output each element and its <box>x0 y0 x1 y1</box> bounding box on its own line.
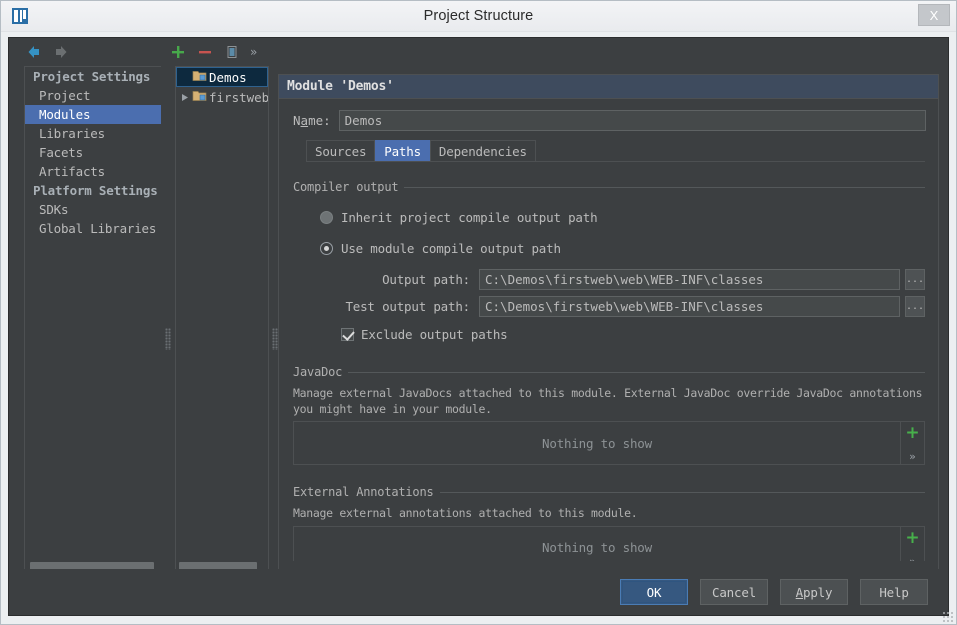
external-annotations-description: Manage external annotations attached to … <box>293 506 638 521</box>
tree-node-firstweb[interactable]: firstweb <box>176 87 268 107</box>
sidebar-item-libraries[interactable]: Libraries <box>25 124 161 143</box>
title-bar: Project Structure X <box>1 1 956 32</box>
external-annotations-group: External Annotations Manage external ann… <box>293 485 925 561</box>
ok-button[interactable]: OK <box>620 579 688 605</box>
tree-toolbar: » <box>169 43 257 61</box>
test-output-path-label: Test output path: <box>345 299 470 314</box>
dialog-button-bar: OK Cancel Apply Help <box>8 569 949 616</box>
tree-node-demos[interactable]: Demos <box>176 67 268 87</box>
test-output-path-row: Test output path: ... <box>320 296 925 317</box>
settings-list: Project Settings Project Modules Librari… <box>24 66 161 571</box>
resize-grip[interactable] <box>942 611 954 623</box>
add-annotation-icon[interactable]: + <box>905 529 919 547</box>
output-path-row: Output path: ... <box>320 269 925 290</box>
tab-paths[interactable]: Paths <box>375 140 430 162</box>
close-icon[interactable]: X <box>918 4 950 26</box>
dialog-body: » Project Settings Project Modules Libra… <box>8 37 949 577</box>
legend-rule <box>348 371 925 373</box>
javadoc-description: Manage external JavaDocs attached to thi… <box>293 386 923 416</box>
settings-group-title-platform: Platform Settings <box>33 183 158 198</box>
checkbox-label: Exclude output paths <box>361 327 508 342</box>
help-button[interactable]: Help <box>860 579 928 605</box>
sidebar-item-artifacts[interactable]: Artifacts <box>25 162 161 181</box>
test-output-path-browse-button[interactable]: ... <box>905 296 925 317</box>
module-name-row: Name: <box>293 110 926 131</box>
output-path-label: Output path: <box>382 272 470 287</box>
module-tree: Demos firstweb <box>175 66 269 571</box>
module-name-label: Name: <box>293 113 331 128</box>
settings-group-title-project: Project Settings <box>33 69 151 84</box>
annotations-more-icon[interactable]: » <box>909 556 916 561</box>
module-folder-icon <box>192 89 207 105</box>
sidebar-item-project[interactable]: Project <box>25 86 161 105</box>
paths-tab-content: Compiler output Inherit project compile … <box>293 180 925 561</box>
output-path-browse-button[interactable]: ... <box>905 269 925 290</box>
window-title: Project Structure <box>423 8 534 24</box>
radio-indicator <box>320 241 333 255</box>
plus-icon[interactable] <box>169 43 187 61</box>
javadoc-list-actions: + » <box>900 422 924 465</box>
sidebar-item-global-libraries[interactable]: Global Libraries <box>25 219 161 238</box>
tab-sources[interactable]: Sources <box>306 140 376 162</box>
external-annotations-empty-text: Nothing to show <box>542 540 652 556</box>
javadoc-more-icon[interactable]: » <box>909 451 916 462</box>
navigation-arrows <box>25 43 70 61</box>
arrow-left-icon[interactable] <box>25 43 43 61</box>
output-path-input[interactable] <box>479 269 900 290</box>
tree-node-label: Demos <box>209 69 247 85</box>
radio-indicator <box>320 210 333 224</box>
module-name-input[interactable] <box>338 110 926 131</box>
apply-button[interactable]: Apply <box>780 579 848 605</box>
radio-label: Use module compile output path <box>341 240 561 256</box>
exclude-output-paths-checkbox[interactable]: Exclude output paths <box>341 327 925 342</box>
javadoc-legend: JavaDoc <box>293 365 925 379</box>
radio-use-module-output[interactable]: Use module compile output path <box>320 237 925 259</box>
javadoc-list[interactable]: Nothing to show + » <box>293 421 925 466</box>
chevron-right-icon[interactable] <box>178 93 192 102</box>
external-annotations-list-actions: + » <box>900 526 924 561</box>
external-annotations-list[interactable]: Nothing to show + » <box>293 525 925 561</box>
sidebar-item-modules[interactable]: Modules <box>25 105 161 124</box>
legend-rule <box>404 186 925 188</box>
splitter-handle-left[interactable] <box>165 328 171 350</box>
radio-label: Inherit project compile output path <box>341 209 598 225</box>
minus-icon[interactable] <box>196 43 214 61</box>
javadoc-empty-text: Nothing to show <box>542 435 652 451</box>
tabs-underline <box>306 161 925 162</box>
toolbar: » <box>9 38 948 66</box>
sidebar-item-sdks[interactable]: SDKs <box>25 200 161 219</box>
arrow-right-icon[interactable] <box>52 43 70 61</box>
compiler-output-legend: Compiler output <box>293 180 925 194</box>
cancel-button[interactable]: Cancel <box>700 579 768 605</box>
test-output-path-input[interactable] <box>479 296 900 317</box>
intellij-idea-logo-icon <box>10 6 32 26</box>
add-javadoc-icon[interactable]: + <box>905 425 919 442</box>
copy-icon[interactable] <box>223 43 241 61</box>
sidebar-item-facets[interactable]: Facets <box>25 143 161 162</box>
module-folder-icon <box>192 69 207 85</box>
external-annotations-legend: External Annotations <box>293 485 925 499</box>
tab-dependencies[interactable]: Dependencies <box>429 140 536 162</box>
toolbar-more-icon[interactable]: » <box>250 46 257 58</box>
project-structure-dialog: Project Structure X » Project Settings P… <box>0 0 957 625</box>
module-tabs: Sources Paths Dependencies <box>306 140 938 162</box>
module-detail-panel: Module 'Demos' Name: Sources Paths Depen… <box>278 74 939 570</box>
legend-rule <box>439 491 925 493</box>
module-header-title: Module 'Demos' <box>279 75 938 99</box>
tree-node-label: firstweb <box>209 89 269 105</box>
compiler-output-group: Compiler output Inherit project compile … <box>293 180 925 342</box>
radio-inherit-project-output[interactable]: Inherit project compile output path <box>320 206 925 228</box>
checkbox-indicator <box>341 328 354 341</box>
javadoc-group: JavaDoc Manage external JavaDocs attache… <box>293 365 925 466</box>
